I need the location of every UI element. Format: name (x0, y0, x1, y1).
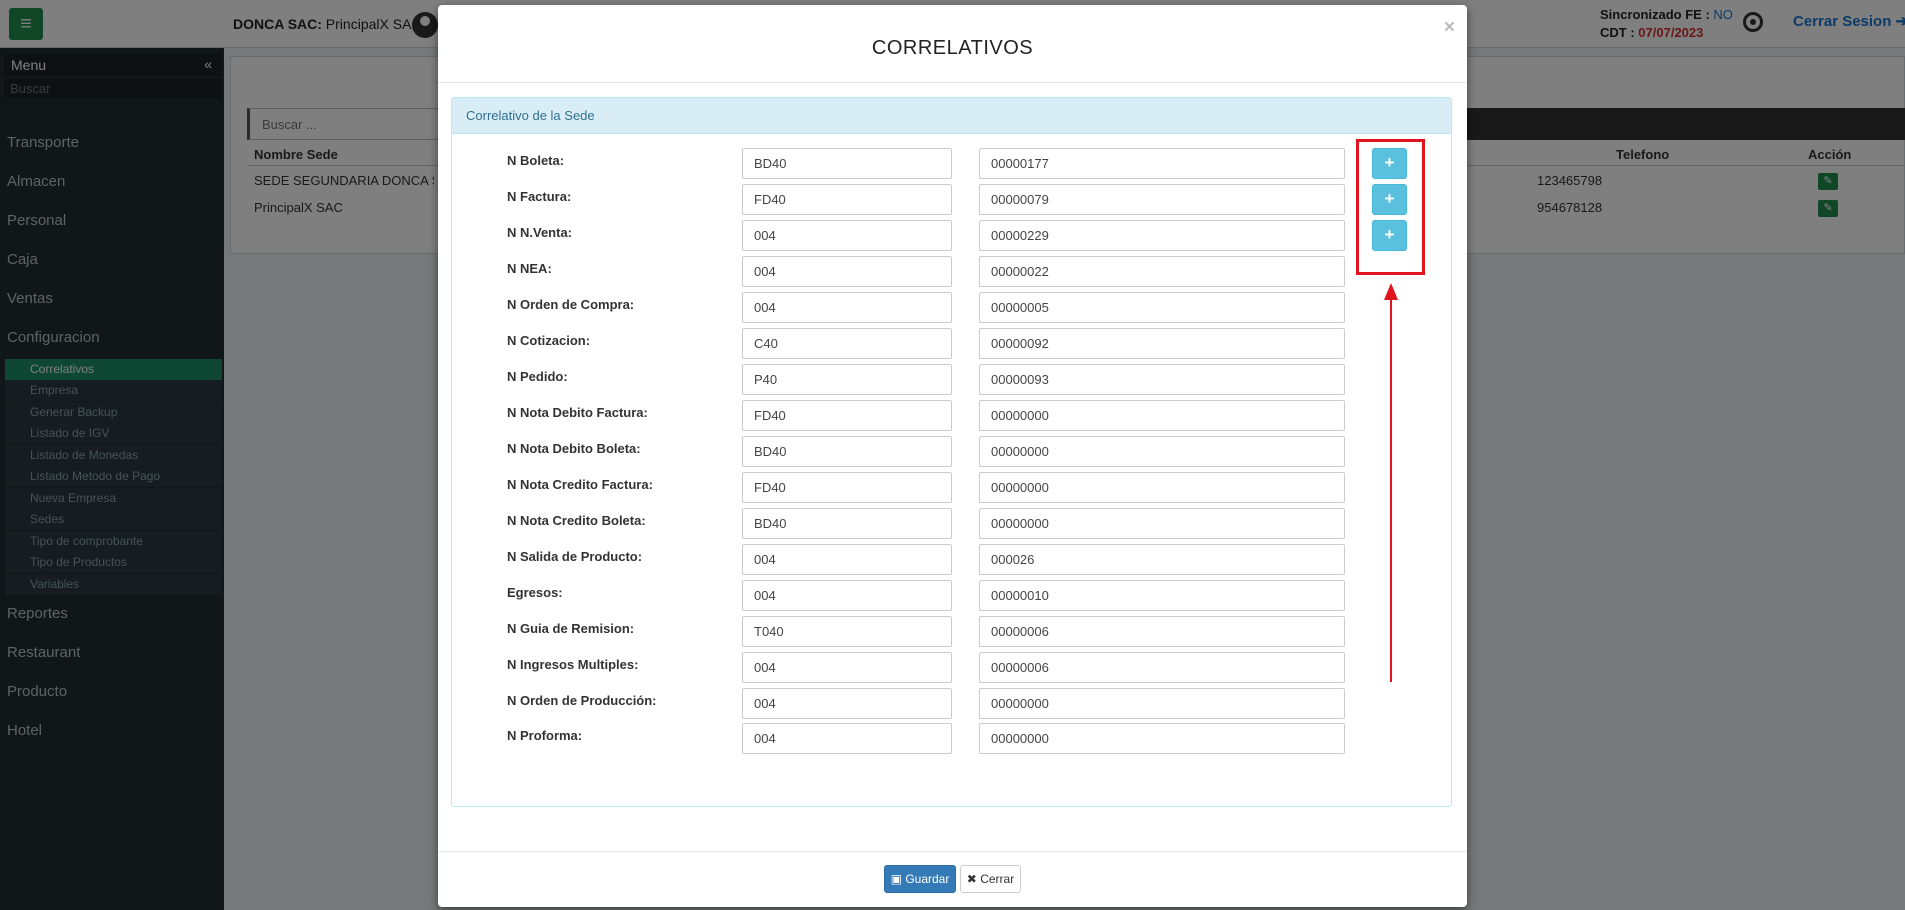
save-icon: ▣ (890, 872, 902, 886)
numero-input-orden-produccion[interactable] (979, 688, 1345, 719)
label-egresos: Egresos: (507, 585, 563, 600)
serie-input-nventa[interactable] (742, 220, 952, 251)
cancel-button[interactable]: ✖ Cerrar (960, 865, 1021, 893)
panel-title: Correlativo de la Sede (452, 98, 1451, 134)
label-orden-produccion: N Orden de Producción: (507, 693, 657, 708)
label-factura: N Factura: (507, 189, 572, 204)
serie-input-nota-credito-factura[interactable] (742, 472, 952, 503)
numero-input-guia-remision[interactable] (979, 616, 1345, 647)
modal-header: CORRELATIVOS × (438, 5, 1467, 83)
numero-input-egresos[interactable] (979, 580, 1345, 611)
serie-input-cotizacion[interactable] (742, 328, 952, 359)
numero-input-nota-credito-factura[interactable] (979, 472, 1345, 503)
label-nota-credito-boleta: N Nota Credito Boleta: (507, 513, 646, 528)
serie-input-salida-producto[interactable] (742, 544, 952, 575)
label-cotizacion: N Cotizacion: (507, 333, 591, 348)
numero-input-proforma[interactable] (979, 723, 1345, 754)
correlativos-modal: CORRELATIVOS × Correlativo de la Sede N … (438, 5, 1467, 907)
serie-input-nota-credito-boleta[interactable] (742, 508, 952, 539)
numero-input-factura[interactable] (979, 184, 1345, 215)
serie-input-nota-debito-boleta[interactable] (742, 436, 952, 467)
modal-footer: ▣ Guardar ✖ Cerrar (438, 851, 1467, 907)
label-ingresos-multiples: N Ingresos Multiples: (507, 657, 639, 672)
numero-input-cotizacion[interactable] (979, 328, 1345, 359)
numero-input-nea[interactable] (979, 256, 1345, 287)
save-button[interactable]: ▣ Guardar (884, 865, 956, 893)
numero-input-salida-producto[interactable] (979, 544, 1345, 575)
numero-input-nota-debito-boleta[interactable] (979, 436, 1345, 467)
serie-input-nota-debito-factura[interactable] (742, 400, 952, 431)
label-pedido: N Pedido: (507, 369, 568, 384)
label-nota-debito-boleta: N Nota Debito Boleta: (507, 441, 641, 456)
label-guia-remision: N Guia de Remision: (507, 621, 635, 636)
serie-input-egresos[interactable] (742, 580, 952, 611)
numero-input-nota-credito-boleta[interactable] (979, 508, 1345, 539)
numero-input-nota-debito-factura[interactable] (979, 400, 1345, 431)
serie-input-boleta[interactable] (742, 148, 952, 179)
serie-input-orden-compra[interactable] (742, 292, 952, 323)
serie-input-nea[interactable] (742, 256, 952, 287)
label-nea: N NEA: (507, 261, 552, 276)
close-x-icon: ✖ (966, 872, 977, 886)
numero-input-pedido[interactable] (979, 364, 1345, 395)
label-orden-compra: N Orden de Compra: (507, 297, 635, 312)
serie-input-pedido[interactable] (742, 364, 952, 395)
serie-input-ingresos-multiples[interactable] (742, 652, 952, 683)
numero-input-ingresos-multiples[interactable] (979, 652, 1345, 683)
correlativo-panel: Correlativo de la Sede N Boleta: N Factu… (451, 97, 1452, 807)
close-icon[interactable]: × (1444, 17, 1455, 39)
modal-title: CORRELATIVOS (871, 37, 1034, 59)
serie-input-orden-produccion[interactable] (742, 688, 952, 719)
numero-input-boleta[interactable] (979, 148, 1345, 179)
numero-input-orden-compra[interactable] (979, 292, 1345, 323)
label-proforma: N Proforma: (507, 728, 583, 743)
annotation-arrow-line (1390, 298, 1392, 682)
serie-input-proforma[interactable] (742, 723, 952, 754)
label-nota-debito-factura: N Nota Debito Factura: (507, 405, 648, 420)
serie-input-factura[interactable] (742, 184, 952, 215)
serie-input-guia-remision[interactable] (742, 616, 952, 647)
label-nventa: N N.Venta: (507, 225, 573, 240)
label-salida-producto: N Salida de Producto: (507, 549, 643, 564)
label-nota-credito-factura: N Nota Credito Factura: (507, 477, 653, 492)
numero-input-nventa[interactable] (979, 220, 1345, 251)
label-boleta: N Boleta: (507, 153, 565, 168)
highlight-annotation-box (1356, 139, 1425, 275)
